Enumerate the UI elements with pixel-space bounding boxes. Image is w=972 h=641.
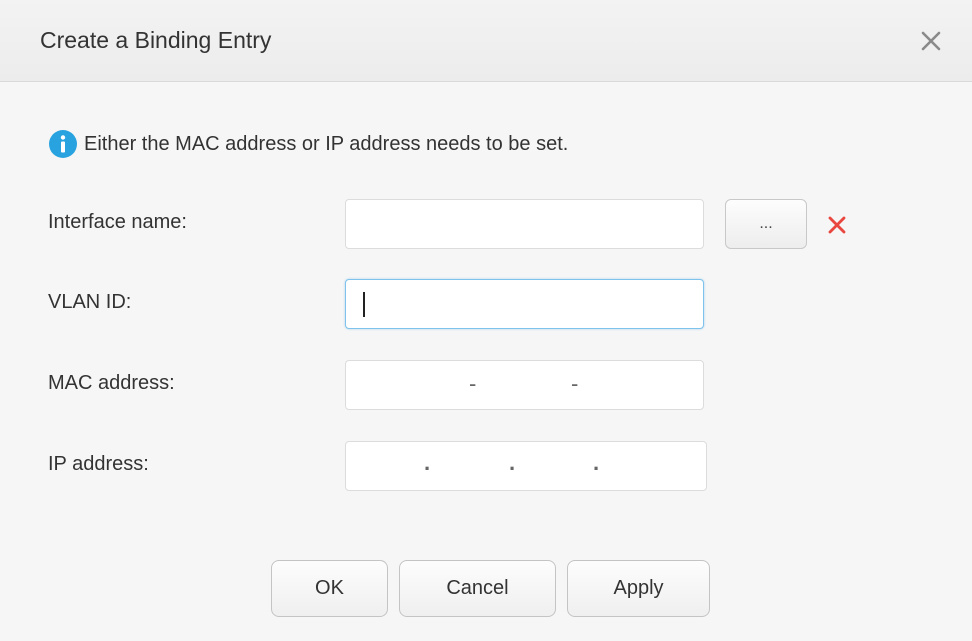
ip-separator: . (509, 450, 516, 475)
mac-separator: - (571, 371, 579, 396)
interface-name-field[interactable] (345, 199, 704, 249)
vlan-id-field[interactable] (345, 279, 704, 329)
create-binding-entry-dialog: Create a Binding Entry Either the MAC ad… (0, 0, 972, 641)
info-text: Either the MAC address or IP address nee… (84, 132, 569, 155)
ok-button[interactable]: OK (271, 560, 388, 617)
mac-separator: - (469, 371, 477, 396)
info-message: Either the MAC address or IP address nee… (48, 129, 568, 159)
vlan-id-input[interactable] (346, 280, 703, 328)
dialog-title: Create a Binding Entry (40, 27, 272, 53)
close-icon (921, 31, 941, 51)
vlan-id-label: VLAN ID: (48, 291, 132, 313)
dialog-titlebar: Create a Binding Entry (0, 0, 972, 82)
text-caret (363, 292, 365, 317)
interface-name-input[interactable] (346, 200, 703, 248)
ip-address-label: IP address: (48, 453, 149, 475)
mac-address-label: MAC address: (48, 372, 175, 394)
ip-separator: . (424, 450, 431, 475)
ip-separator: . (593, 450, 600, 475)
close-button[interactable] (916, 26, 946, 56)
interface-name-label: Interface name: (48, 211, 187, 233)
clear-icon (828, 216, 846, 234)
browse-interface-button[interactable]: ... (725, 199, 807, 249)
cancel-button[interactable]: Cancel (399, 560, 556, 617)
mac-address-field[interactable]: - - (345, 360, 704, 410)
ip-address-field[interactable]: . . . (345, 441, 707, 491)
clear-interface-button[interactable] (826, 214, 848, 236)
apply-button[interactable]: Apply (567, 560, 710, 617)
info-icon (49, 130, 77, 158)
